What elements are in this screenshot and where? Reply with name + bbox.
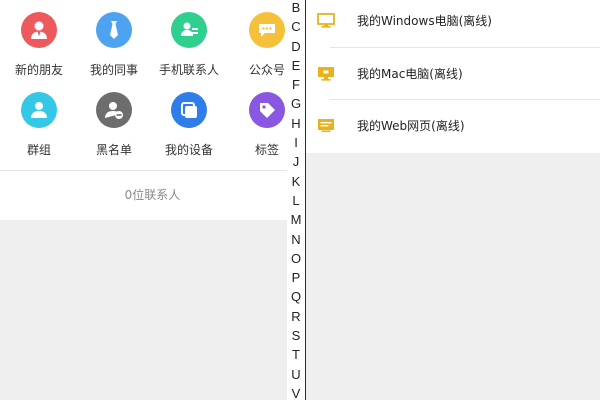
chat-bubble-icon [249, 12, 285, 48]
tile-groups[interactable]: 群组 [1, 92, 77, 172]
monitor-icon [317, 66, 335, 81]
blocked-user-icon [96, 92, 132, 128]
tag-icon [249, 92, 285, 128]
index-letter[interactable]: D [287, 37, 305, 56]
devices-panel: 我的Windows电脑(离线) 我的Mac电脑(离线) 我的Web网页(离线) [306, 0, 600, 400]
index-letter[interactable]: N [287, 230, 305, 249]
tile-phone-contacts[interactable]: 手机联系人 [151, 12, 227, 92]
device-item-windows[interactable]: 我的Windows电脑(离线) [306, 0, 600, 45]
group-icon [21, 92, 57, 128]
tile-colleagues[interactable]: 我的同事 [76, 12, 152, 92]
device-list: 我的Windows电脑(离线) 我的Mac电脑(离线) 我的Web网页(离线) [306, 0, 600, 153]
index-letter[interactable]: P [287, 268, 305, 287]
index-letter[interactable]: V [287, 384, 305, 400]
index-letter[interactable]: T [287, 345, 305, 364]
alphabet-index-bar[interactable]: B C D E F G H I J K L M N O P Q R S T U … [287, 0, 305, 400]
device-item-mac[interactable]: 我的Mac电脑(离线) [306, 48, 600, 98]
index-letter[interactable]: E [287, 56, 305, 75]
tile-label: 黑名单 [95, 143, 132, 157]
person-icon [21, 12, 57, 48]
browser-icon [317, 118, 335, 132]
monitor-icon [317, 12, 335, 28]
index-letter[interactable]: L [287, 191, 305, 210]
index-letter[interactable]: K [287, 172, 305, 191]
index-letter[interactable]: O [287, 249, 305, 268]
index-letter[interactable]: H [287, 114, 305, 133]
tile-label: 我的同事 [89, 63, 138, 77]
contact-count: 0位联系人 [124, 188, 181, 202]
device-label: 我的Windows电脑(离线) [357, 13, 492, 28]
tile-label: 我的设备 [164, 143, 213, 157]
index-letter[interactable]: C [287, 17, 305, 36]
tile-my-devices[interactable]: 我的设备 [151, 92, 227, 172]
device-label: 我的Web网页(离线) [357, 118, 465, 133]
device-label: 我的Mac电脑(离线) [357, 66, 463, 81]
tile-label: 手机联系人 [158, 63, 219, 77]
index-letter[interactable]: G [287, 94, 305, 113]
index-letter[interactable]: M [287, 210, 305, 229]
tile-blacklist[interactable]: 黑名单 [76, 92, 152, 172]
index-letter[interactable]: F [287, 75, 305, 94]
contact-card-icon [171, 12, 207, 48]
tile-new-friends[interactable]: 新的朋友 [1, 12, 77, 92]
index-letter[interactable]: Q [287, 287, 305, 306]
index-letter[interactable]: B [287, 0, 305, 17]
tile-label: 新的朋友 [14, 63, 63, 77]
contacts-panel: 新的朋友 我的同事 手机联系人 公众号 群组 黑名单 我的设备 标签 0位联系人… [0, 0, 305, 400]
devices-icon [171, 92, 207, 128]
index-letter[interactable]: R [287, 307, 305, 326]
tile-label: 群组 [26, 143, 51, 157]
contact-shortcuts-grid: 新的朋友 我的同事 手机联系人 公众号 群组 黑名单 我的设备 标签 0位联系人 [0, 0, 305, 220]
index-letter[interactable]: J [287, 152, 305, 171]
divider [0, 170, 288, 171]
index-letter[interactable]: S [287, 326, 305, 345]
index-letter[interactable]: U [287, 365, 305, 384]
index-letter[interactable]: I [287, 133, 305, 152]
device-item-web[interactable]: 我的Web网页(离线) [306, 100, 600, 150]
tie-icon [96, 12, 132, 48]
